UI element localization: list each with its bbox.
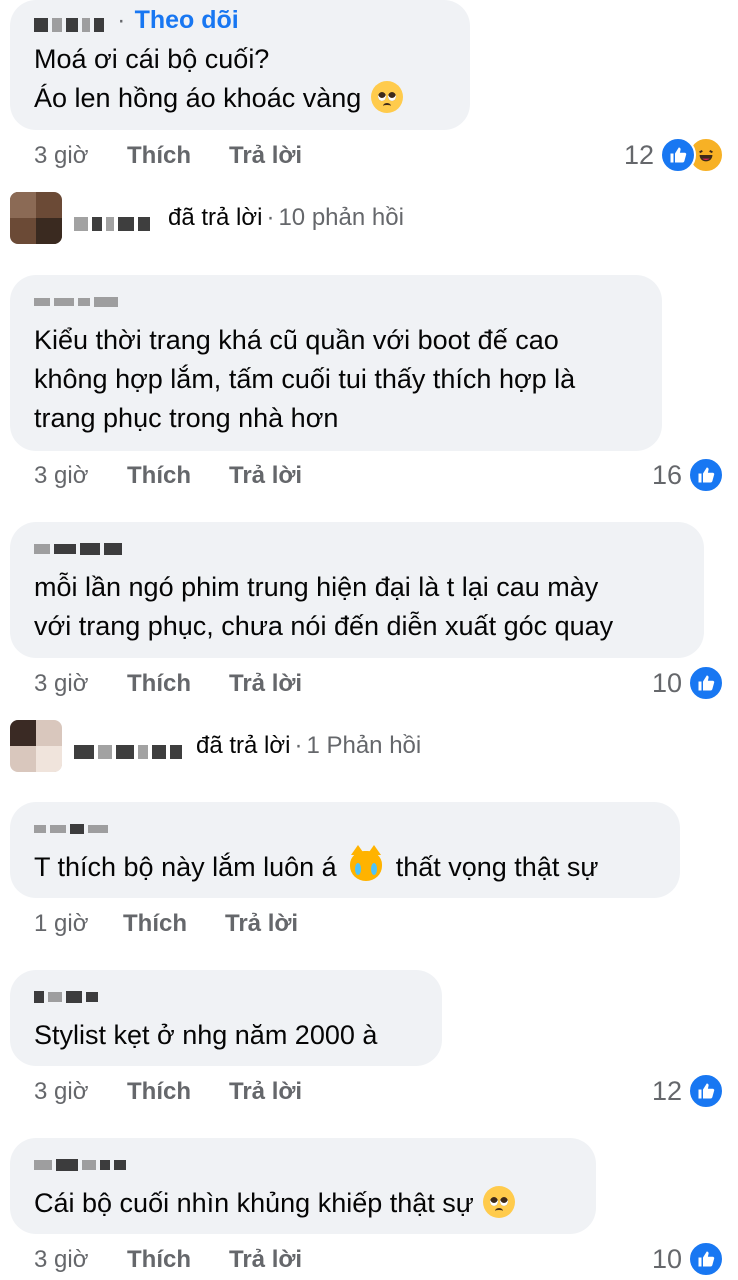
comment-text: Moá ơi cái bộ cuối? Áo len hồng áo khoác…	[34, 40, 450, 118]
comment-author[interactable]	[34, 289, 122, 311]
pleading-face-emoji	[483, 1186, 516, 1218]
timestamp: 3 giờ	[34, 462, 89, 489]
reply-count: 1 Phản hồi	[306, 732, 422, 759]
like-button[interactable]: Thích	[127, 462, 191, 490]
avatar	[10, 192, 62, 244]
reaction-summary[interactable]: 10	[652, 665, 724, 701]
comment-text-line: không hợp lắm, tấm cuối tui thấy thích h…	[34, 364, 576, 394]
reaction-count: 10	[651, 667, 682, 698]
comment-text: Kiểu thời trang khá cũ quần với boot đế …	[34, 321, 642, 438]
follow-link[interactable]: Theo dõi	[135, 6, 239, 34]
blurred-author-name	[34, 818, 112, 836]
reaction-summary[interactable]: 16	[652, 457, 724, 493]
reply-count: 10 phản hồi	[278, 204, 404, 231]
reply-button[interactable]: Trả lời	[229, 462, 302, 490]
reaction-summary[interactable]: 10	[652, 1241, 724, 1277]
like-button[interactable]: Thích	[127, 670, 191, 698]
reply-button[interactable]: Trả lời	[229, 670, 302, 698]
reply-action-text: đã trả lời	[168, 204, 263, 231]
reaction-count: 12	[623, 139, 654, 170]
reply-button[interactable]: Trả lời	[225, 910, 298, 938]
comment-bubble: Stylist kẹt ở nhg năm 2000 à	[10, 970, 442, 1066]
comment-text-line: Stylist kẹt ở nhg năm 2000 à	[34, 1020, 378, 1050]
reaction-count: 16	[651, 459, 682, 490]
reaction-summary[interactable]: 12	[624, 137, 724, 173]
reply-button[interactable]: Trả lời	[229, 142, 302, 170]
timestamp: 1 giờ	[34, 910, 89, 937]
like-icon	[688, 1073, 724, 1109]
like-button[interactable]: Thích	[123, 910, 187, 938]
comment-text-part: T thích bộ này lắm luôn á	[34, 852, 337, 882]
like-icon	[688, 1241, 724, 1277]
comment-meta: 1 giờ Thích Trả lời	[0, 910, 738, 942]
blurred-author-name	[34, 1154, 130, 1172]
comment-author[interactable]	[34, 984, 102, 1006]
comment-author[interactable]: · Theo dõi	[34, 6, 239, 35]
blurred-author-name	[74, 737, 186, 759]
comment-bubble: Cái bộ cuối nhìn khủng khiếp thật sự	[10, 1138, 596, 1234]
reply-summary[interactable]: đã trả lời · 1 Phản hồi	[10, 720, 421, 772]
comment-text-line: Kiểu thời trang khá cũ quần với boot đế …	[34, 325, 559, 355]
reply-summary[interactable]: đã trả lời · 10 phản hồi	[10, 192, 404, 244]
comment-text: Stylist kẹt ở nhg năm 2000 à	[34, 1016, 422, 1055]
comment-text-line: Cái bộ cuối nhìn khủng khiếp thật sự	[34, 1184, 576, 1223]
comment-text: T thích bộ này lắm luôn á thất vọng thật…	[34, 845, 660, 887]
timestamp: 3 giờ	[34, 670, 89, 697]
separator-dot: ·	[294, 732, 303, 759]
reaction-count: 10	[651, 1243, 682, 1274]
blurred-author-name	[74, 209, 154, 231]
comment-text: Cái bộ cuối nhìn khủng khiếp thật sự	[34, 1184, 576, 1223]
avatar	[10, 720, 62, 772]
blurred-author-name	[34, 986, 102, 1004]
pleading-face-emoji	[370, 81, 403, 113]
blurred-author-name	[34, 14, 108, 32]
comment-text-part: thất vọng thật sự	[395, 852, 599, 882]
comment-text: mỗi lần ngó phim trung hiện đại là t lại…	[34, 568, 684, 646]
comment-bubble: Kiểu thời trang khá cũ quần với boot đế …	[10, 275, 662, 451]
blurred-author-name	[34, 538, 126, 556]
comment-text-line: Áo len hồng áo khoác vàng	[34, 79, 450, 118]
comment-meta: 3 giờ Thích Trả lời	[0, 670, 738, 702]
comment-author[interactable]	[34, 536, 126, 558]
comment-meta: 3 giờ Thích Trả lời	[0, 462, 738, 494]
reply-button[interactable]: Trả lời	[229, 1078, 302, 1106]
timestamp: 3 giờ	[34, 1246, 89, 1273]
comment-meta: 3 giờ Thích Trả lời	[0, 1246, 738, 1278]
comment-author[interactable]	[34, 816, 112, 838]
comment-author[interactable]	[34, 1152, 130, 1174]
comment-meta: 3 giờ Thích Trả lời	[0, 1078, 738, 1110]
timestamp: 3 giờ	[34, 142, 89, 169]
separator-dot: ·	[117, 7, 126, 34]
reaction-count: 12	[651, 1075, 682, 1106]
like-icon	[688, 457, 724, 493]
timestamp: 3 giờ	[34, 1078, 89, 1105]
like-button[interactable]: Thích	[127, 1246, 191, 1274]
like-button[interactable]: Thích	[127, 142, 191, 170]
blurred-author-name	[34, 291, 122, 309]
comment-text-line: mỗi lần ngó phim trung hiện đại là t lại…	[34, 572, 599, 602]
comment-text-line: trang phục trong nhà hơn	[34, 403, 339, 433]
crying-cat-emoji	[350, 845, 383, 881]
reaction-summary[interactable]: 12	[652, 1073, 724, 1109]
comment-text-line: Moá ơi cái bộ cuối?	[34, 44, 270, 74]
separator-dot: ·	[266, 204, 275, 231]
reply-action-text: đã trả lời	[196, 732, 291, 759]
like-icon	[688, 665, 724, 701]
like-button[interactable]: Thích	[127, 1078, 191, 1106]
like-icon	[660, 137, 696, 173]
reply-button[interactable]: Trả lời	[229, 1246, 302, 1274]
comment-bubble: T thích bộ này lắm luôn á thất vọng thật…	[10, 802, 680, 898]
comment-bubble: · Theo dõi Moá ơi cái bộ cuối? Áo len hồ…	[10, 0, 470, 130]
comment-bubble: mỗi lần ngó phim trung hiện đại là t lại…	[10, 522, 704, 658]
comment-text-line: với trang phục, chưa nói đến diễn xuất g…	[34, 611, 614, 641]
